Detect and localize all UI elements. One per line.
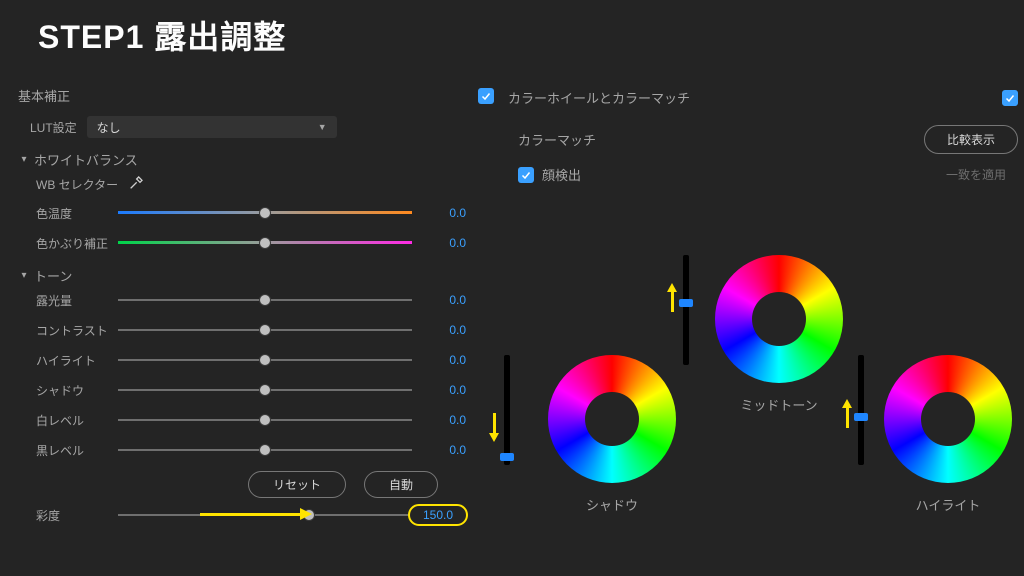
shadow-luma-slider[interactable] [504, 355, 510, 465]
tone-slider[interactable] [118, 442, 412, 458]
lut-label: LUT設定 [30, 119, 77, 136]
tone-label: コントラスト [18, 322, 118, 339]
color-match-label: カラーマッチ [518, 130, 596, 149]
chevron-down-icon: ▼ [318, 122, 327, 132]
tone-value[interactable]: 0.0 [412, 413, 468, 427]
tone-value[interactable]: 0.0 [412, 383, 468, 397]
annotation-arrow-shadow [489, 413, 499, 442]
reset-button[interactable]: リセット [248, 471, 346, 498]
color-wheel-heading: カラーホイールとカラーマッチ [508, 88, 690, 107]
face-detect-label: 顔検出 [542, 165, 581, 184]
apply-match-button: 一致を適用 [934, 160, 1018, 189]
white-balance-section[interactable]: ▾ ホワイトバランス [18, 150, 468, 169]
tint-value[interactable]: 0.0 [412, 236, 468, 250]
color-wheel-toggle[interactable] [1002, 90, 1018, 106]
basic-correction-panel: 基本補正 LUT設定 なし ▼ ▾ ホワイトバランス WB セレクター 色温度 … [18, 82, 468, 530]
tone-value[interactable]: 0.0 [412, 443, 468, 457]
white-balance-heading: ホワイトバランス [34, 150, 138, 169]
tone-slider-row: 白レベル 0.0 [18, 405, 468, 435]
eyedropper-icon[interactable] [128, 175, 144, 194]
tint-label: 色かぶり補正 [18, 235, 118, 252]
color-wheel-panel: カラーホイールとカラーマッチ カラーマッチ 比較表示 顔検出 一致を適用 [508, 88, 1018, 195]
midtone-luma-slider[interactable] [683, 255, 689, 365]
tone-slider-row: ハイライト 0.0 [18, 345, 468, 375]
saturation-value[interactable]: 150.0 [408, 504, 468, 526]
tint-slider[interactable] [118, 235, 412, 251]
shadow-color-wheel[interactable] [548, 355, 676, 483]
lut-select-value: なし [97, 119, 121, 136]
tone-section[interactable]: ▾ トーン [18, 266, 468, 285]
tone-slider-row: 黒レベル 0.0 [18, 435, 468, 465]
tone-label: 白レベル [18, 412, 118, 429]
shadow-wheel-label: シャドウ [586, 495, 638, 514]
chevron-down-icon: ▾ [18, 270, 30, 281]
annotation-arrow-saturation [200, 508, 312, 520]
tone-slider-row: 露光量 0.0 [18, 285, 468, 315]
tone-slider[interactable] [118, 382, 412, 398]
tone-value[interactable]: 0.0 [412, 293, 468, 307]
highlight-wheel-label: ハイライト [916, 495, 981, 514]
compare-view-button[interactable]: 比較表示 [924, 125, 1018, 154]
tone-slider[interactable] [118, 322, 412, 338]
saturation-label: 彩度 [18, 507, 118, 524]
tone-label: シャドウ [18, 382, 118, 399]
highlight-luma-slider[interactable] [858, 355, 864, 465]
tone-slider[interactable] [118, 352, 412, 368]
page-title: STEP1 露出調整 [38, 12, 286, 58]
temperature-value[interactable]: 0.0 [412, 206, 468, 220]
chevron-down-icon: ▾ [18, 154, 30, 165]
annotation-arrow-highlight [842, 399, 852, 428]
basic-correction-heading: 基本補正 [18, 86, 70, 105]
midtone-wheel-label: ミッドトーン [740, 395, 817, 414]
color-wheels-area: シャドウ ミッドトーン ハイライト [490, 255, 1024, 565]
auto-button[interactable]: 自動 [364, 471, 438, 498]
highlight-color-wheel[interactable] [884, 355, 1012, 483]
tone-slider-row: コントラスト 0.0 [18, 315, 468, 345]
temperature-slider-row: 色温度 0.0 [18, 198, 468, 228]
tone-heading: トーン [34, 266, 72, 285]
lut-select[interactable]: なし ▼ [87, 116, 337, 138]
tone-slider[interactable] [118, 412, 412, 428]
annotation-arrow-midtone [667, 283, 677, 312]
temperature-slider[interactable] [118, 205, 412, 221]
tone-label: 露光量 [18, 292, 118, 309]
tint-slider-row: 色かぶり補正 0.0 [18, 228, 468, 258]
face-detect-toggle[interactable] [518, 167, 534, 183]
tone-value[interactable]: 0.0 [412, 353, 468, 367]
tone-slider[interactable] [118, 292, 412, 308]
wb-selector-label: WB セレクター [36, 176, 118, 193]
temperature-label: 色温度 [18, 205, 118, 222]
basic-correction-toggle[interactable] [478, 88, 494, 104]
tone-label: ハイライト [18, 352, 118, 369]
tone-slider-row: シャドウ 0.0 [18, 375, 468, 405]
midtone-color-wheel[interactable] [715, 255, 843, 383]
tone-label: 黒レベル [18, 442, 118, 459]
tone-value[interactable]: 0.0 [412, 323, 468, 337]
